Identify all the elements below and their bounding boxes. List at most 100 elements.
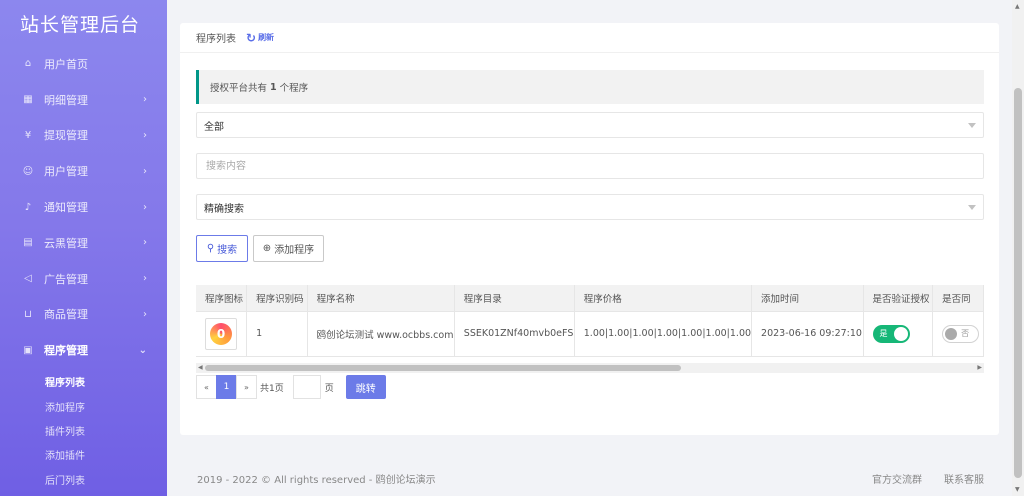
plus-circle-icon: ⊕ [262,243,272,254]
card-header: 程序列表 ↻ 刷新 [180,23,999,53]
subnav-item[interactable]: 后门列表 [0,470,167,494]
sidebar: 站长管理后台 ⌂ 用户首页 ▦ 明细管理 › ¥ 提现管理 › ☺ 用户管理 › ♪ 通知管理 › ▤ 云黑管… [0,0,167,496]
scroll-right-icon[interactable]: ▶ [977,364,982,371]
chevron-icon: › [143,237,147,249]
brand-title: 站长管理后台 [20,14,141,36]
sidebar-item[interactable]: ▤ 云黑管理 › [0,225,167,261]
category-select[interactable]: 全部 [196,112,984,138]
home-icon: ⌂ [24,58,32,70]
chevron-icon: › [143,273,147,285]
refresh-label: 刷新 [258,33,275,42]
scroll-up-icon[interactable]: ▲ [1015,3,1020,10]
chevron-icon: › [143,165,147,177]
sidebar-item[interactable]: ¥ 提现管理 › [0,118,167,154]
content-card: 程序列表 ↻ 刷新 授权平台共有 1 个程序 全部 精确搜索 ⚲ 搜索 ⊕ 添加… [180,23,999,435]
subnav-item[interactable]: 程序列表 [0,372,167,396]
subnav-item[interactable]: 插件列表 [0,421,167,445]
refresh-button[interactable]: ↻ 刷新 [246,31,274,45]
column-header: 是否验证授权 [863,285,934,312]
total-pages-text: 共1页 [260,383,284,394]
verify-cell: 是 [863,311,934,357]
program-name-cell: 鸥创论坛测试 www.ocbbs.com [307,311,455,357]
sidebar-item-label: 用户首页 [44,57,88,71]
column-header: 程序名称 [307,285,455,312]
program-logo-icon: 0 [205,317,237,350]
program-dir-cell: SSEK01ZNf40mvb0eFS [454,311,575,357]
program-id-cell: 1 [246,311,308,357]
table-row: 0 1 鸥创论坛测试 www.ocbbs.com SSEK01ZNf40mvb0… [196,311,984,357]
footer-link-group[interactable]: 官方交流群 [872,471,922,486]
program-table-wrap: 程序图标 程序识别码 程序名称 程序目录 程序价格 添加时间 是否验证授权 是否… [196,285,984,375]
subnav-item[interactable]: 添加插件 [0,445,167,469]
yuan-icon: ¥ [24,129,32,141]
jump-button[interactable]: 跳转 [345,375,386,399]
prev-page-button[interactable]: « [196,375,217,399]
sidebar-item[interactable]: ◁ 广告管理 › [0,261,167,297]
program-time-cell: 2023-06-16 09:27:10 [751,311,864,357]
program-price-cell: 1.00|1.00|1.00|1.00|1.00|1.00|1.00 [574,311,753,357]
sidebar-item-label: 商品管理 [44,308,88,322]
page-unit-text: 页 [324,383,334,394]
user-icon: ☺ [22,165,34,177]
bell-icon: ♪ [24,201,32,213]
sidebar-item[interactable]: ⌂ 用户首页 [0,46,167,82]
sidebar-item-label: 广告管理 [44,272,88,286]
table-horizontal-scrollbar[interactable]: ◀ ▶ [196,363,984,373]
column-header: 添加时间 [751,285,864,312]
search-icon: ⚲ [206,243,215,254]
add-program-button[interactable]: ⊕ 添加程序 [253,235,324,262]
caret-down-icon [968,123,976,128]
sidebar-item-label: 用户管理 [44,165,88,179]
sidebar-item[interactable]: ▦ 明细管理 › [0,82,167,118]
apps-icon: ▣ [23,344,33,356]
notice-prefix: 授权平台共有 [210,83,268,94]
sidebar-item-label: 明细管理 [44,93,88,107]
program-table: 程序图标 程序识别码 程序名称 程序目录 程序价格 添加时间 是否验证授权 是否… [196,285,984,357]
footer-link-support[interactable]: 联系客服 [944,471,984,486]
sync-toggle-label: 否 [961,329,970,338]
sidebar-item[interactable]: ♪ 通知管理 › [0,189,167,225]
sidebar-item-label: 提现管理 [44,129,88,143]
page-vertical-scrollbar[interactable]: ▲ ▼ [1012,0,1024,496]
column-header: 程序图标 [196,285,248,312]
next-page-button[interactable]: » [236,375,257,399]
subnav-item[interactable]: 添加程序 [0,397,167,421]
notice-bar: 授权平台共有 1 个程序 [196,70,984,104]
page-1-button[interactable]: 1 [216,375,237,399]
pagination: « 1 » 共1页 页 跳转 [196,375,386,399]
sidebar-item[interactable]: ☺ 用户管理 › [0,153,167,189]
sidebar-subnav: 程序列表 添加程序 插件列表 添加插件 后门列表 [0,368,167,494]
notice-count: 1 [270,81,277,93]
search-button[interactable]: ⚲ 搜索 [196,235,248,262]
chevron-icon: ⌄ [138,344,147,356]
cart-icon: ⊔ [24,308,32,320]
scrollbar-thumb[interactable] [205,365,681,371]
scroll-left-icon[interactable]: ◀ [198,364,203,371]
grid-icon: ▦ [23,94,33,106]
sidebar-nav: ⌂ 用户首页 ▦ 明细管理 › ¥ 提现管理 › ☺ 用户管理 › ♪ 通知管理 › ▤ 云黑管理 › ◁ 广告管理… [0,46,167,368]
table-header-row: 程序图标 程序识别码 程序名称 程序目录 程序价格 添加时间 是否验证授权 是否… [196,285,984,312]
sync-toggle[interactable]: 否 [942,324,980,343]
search-mode-select[interactable]: 精确搜索 [196,194,984,220]
scroll-down-icon[interactable]: ▼ [1015,486,1020,493]
search-mode-value: 精确搜索 [204,203,244,215]
scrollbar-thumb[interactable] [1014,88,1022,478]
sidebar-item[interactable]: ▣ 程序管理 ⌄ [0,332,167,368]
refresh-icon: ↻ [246,30,257,45]
search-input[interactable] [196,153,984,179]
chevron-icon: › [143,308,147,320]
sidebar-item-label: 通知管理 [44,201,88,215]
chevron-icon: › [143,201,147,213]
sidebar-item[interactable]: ⊔ 商品管理 › [0,297,167,333]
notice-suffix: 个程序 [279,83,309,94]
sync-cell: 否 [932,311,984,357]
page-jump-input[interactable] [292,375,321,399]
main-area: 程序列表 ↻ 刷新 授权平台共有 1 个程序 全部 精确搜索 ⚲ 搜索 ⊕ 添加… [167,0,1024,496]
verify-toggle[interactable]: 是 [872,324,910,343]
column-header: 程序价格 [574,285,753,312]
speaker-icon: ◁ [24,273,32,285]
caret-down-icon [968,205,976,210]
add-program-label: 添加程序 [274,245,315,256]
category-select-value: 全部 [204,121,224,133]
chevron-icon: › [143,94,147,106]
